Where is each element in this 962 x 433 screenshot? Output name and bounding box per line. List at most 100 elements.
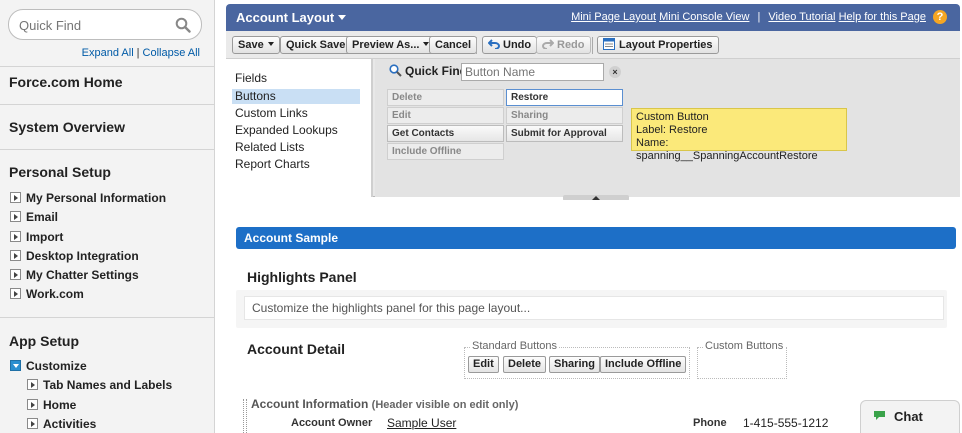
highlights-panel[interactable]: Customize the highlights panel for this … [236, 290, 947, 328]
quick-save-button[interactable]: Quick Save [280, 36, 352, 54]
custom-buttons-group[interactable]: Custom Buttons [697, 340, 787, 379]
quick-find-text: Quick Find [405, 64, 468, 78]
highlights-placeholder[interactable]: Customize the highlights panel for this … [244, 296, 944, 320]
palette-button-get-contacts[interactable]: Get Contacts [387, 125, 504, 142]
expand-toggle-icon[interactable] [10, 211, 21, 222]
layout-title-dropdown[interactable]: Account Layout [236, 10, 347, 25]
clear-search-icon[interactable]: × [609, 66, 621, 78]
chat-bubble-icon [874, 411, 885, 420]
sidebar-item-customize[interactable]: Customize [10, 358, 87, 374]
sidebar-item-label: Import [26, 230, 64, 244]
app-setup-heading[interactable]: App Setup [0, 333, 214, 349]
sidebar-item-tab-names-and-labels[interactable]: Tab Names and Labels [27, 377, 172, 393]
expand-toggle-icon[interactable] [10, 288, 21, 299]
preview-as-button[interactable]: Preview As... [346, 36, 436, 54]
toolbar-divider [592, 37, 593, 54]
editor-toolbar: Save Quick Save Preview As... Cancel Und… [226, 31, 960, 59]
expand-toggle-icon[interactable] [10, 192, 21, 203]
chat-tab[interactable]: Chat [860, 400, 960, 433]
account-information-section-title[interactable]: Account Information (Header visible on e… [251, 397, 518, 411]
help-icon[interactable]: ? [933, 10, 947, 24]
account-detail-title: Account Detail [247, 341, 346, 357]
sidebar-divider [0, 66, 214, 67]
sidebar-divider [0, 149, 214, 150]
sidebar-item-import[interactable]: Import [10, 229, 63, 245]
detail-include-offline-button[interactable]: Include Offline [600, 356, 687, 373]
category-related-lists[interactable]: Related Lists [232, 140, 360, 155]
layout-properties-button[interactable]: Layout Properties [597, 36, 719, 54]
sidebar-section-personal-setup: Personal Setup [0, 164, 214, 180]
header-links: Mini Page Layout Mini Console View | Vid… [571, 11, 926, 23]
save-button[interactable]: Save [232, 36, 280, 54]
palette-button-include-offline[interactable]: Include Offline [387, 143, 504, 160]
redo-button[interactable]: Redo [536, 36, 591, 54]
palette-button-edit[interactable]: Edit [387, 107, 504, 124]
palette-button-restore[interactable]: Restore [506, 89, 623, 106]
palette-items-area: Quick Find × Delete Edit Get Contacts In… [375, 59, 960, 197]
sidebar-item-my-personal-information[interactable]: My Personal Information [10, 190, 166, 206]
palette-button-sharing[interactable]: Sharing [506, 107, 623, 124]
sidebar-item-work-com[interactable]: Work.com [10, 286, 84, 302]
sidebar-item-label: Customize [26, 359, 87, 373]
category-fields[interactable]: Fields [232, 71, 360, 86]
quick-find-input[interactable] [19, 16, 169, 34]
palette-search-input[interactable] [461, 63, 604, 81]
help-for-page-link[interactable]: Help for this Page [839, 11, 926, 23]
personal-setup-heading[interactable]: Personal Setup [0, 164, 214, 180]
category-custom-links[interactable]: Custom Links [232, 106, 360, 121]
layout-editor: Account Layout Mini Page Layout Mini Con… [226, 0, 962, 433]
sidebar-section-system-overview[interactable]: System Overview [0, 119, 214, 135]
sidebar-item-desktop-integration[interactable]: Desktop Integration [10, 248, 139, 264]
account-information-subtitle: (Header visible on edit only) [371, 399, 519, 411]
redo-label: Redo [557, 39, 585, 51]
save-label: Save [238, 39, 264, 51]
layout-properties-label: Layout Properties [619, 39, 713, 51]
sidebar-item-activities[interactable]: Activities [27, 416, 96, 432]
quick-find-box[interactable] [8, 9, 202, 40]
sidebar-item-home[interactable]: Home [27, 397, 76, 413]
detail-sharing-button[interactable]: Sharing [549, 356, 600, 373]
detail-delete-button[interactable]: Delete [503, 356, 547, 373]
expand-toggle-icon[interactable] [10, 269, 21, 280]
video-tutorial-link[interactable]: Video Tutorial [768, 11, 835, 23]
palette-button-delete[interactable]: Delete [387, 89, 504, 106]
category-report-charts[interactable]: Report Charts [232, 157, 360, 172]
account-owner-value[interactable]: Sample User [387, 416, 456, 430]
tooltip-line-label: Label: Restore [636, 124, 708, 136]
sidebar-section-force-home[interactable]: Force.com Home [0, 74, 214, 90]
detail-edit-button[interactable]: Edit [468, 356, 499, 373]
expand-toggle-icon[interactable] [10, 250, 21, 261]
mini-console-view-link[interactable]: Mini Console View [659, 11, 749, 23]
palette-button-submit-for-approval[interactable]: Submit for Approval [506, 125, 623, 142]
sidebar-item-label: Tab Names and Labels [43, 378, 173, 392]
force-home-heading[interactable]: Force.com Home [0, 74, 214, 90]
expand-toggle-icon[interactable] [10, 231, 21, 242]
expand-toggle-icon[interactable] [27, 379, 38, 390]
standard-buttons-group: Standard Buttons Edit Delete Sharing Inc… [464, 340, 690, 379]
undo-button[interactable]: Undo [482, 36, 538, 54]
cancel-button[interactable]: Cancel [429, 36, 478, 54]
collapse-toggle-icon[interactable] [10, 360, 21, 371]
system-overview-heading[interactable]: System Overview [0, 119, 214, 135]
expand-toggle-icon[interactable] [27, 418, 38, 429]
category-expanded-lookups[interactable]: Expanded Lookups [232, 123, 360, 138]
button-info-tooltip: Custom Button Label: Restore Name: spann… [631, 108, 847, 162]
sidebar-item-my-chatter-settings[interactable]: My Chatter Settings [10, 267, 139, 283]
drag-handle-icon[interactable] [243, 399, 247, 433]
expand-all-link[interactable]: Expand All [82, 47, 134, 59]
account-owner-label: Account Owner [291, 417, 373, 429]
highlights-panel-title: Highlights Panel [247, 269, 357, 285]
search-icon [389, 64, 402, 77]
collapse-all-link[interactable]: Collapse All [143, 47, 200, 59]
sidebar-item-label: Work.com [26, 287, 84, 301]
mini-page-layout-link[interactable]: Mini Page Layout [571, 11, 656, 23]
layout-canvas: Account Sample Highlights Panel Customiz… [226, 200, 962, 433]
tooltip-line-type: Custom Button [636, 111, 709, 123]
palette-quick-find-label: Quick Find [389, 64, 467, 78]
undo-label: Undo [503, 39, 532, 51]
sidebar-item-email[interactable]: Email [10, 209, 58, 225]
sidebar-item-label: Activities [43, 417, 97, 431]
category-buttons[interactable]: Buttons [232, 89, 360, 104]
search-icon[interactable] [175, 17, 191, 33]
expand-toggle-icon[interactable] [27, 399, 38, 410]
